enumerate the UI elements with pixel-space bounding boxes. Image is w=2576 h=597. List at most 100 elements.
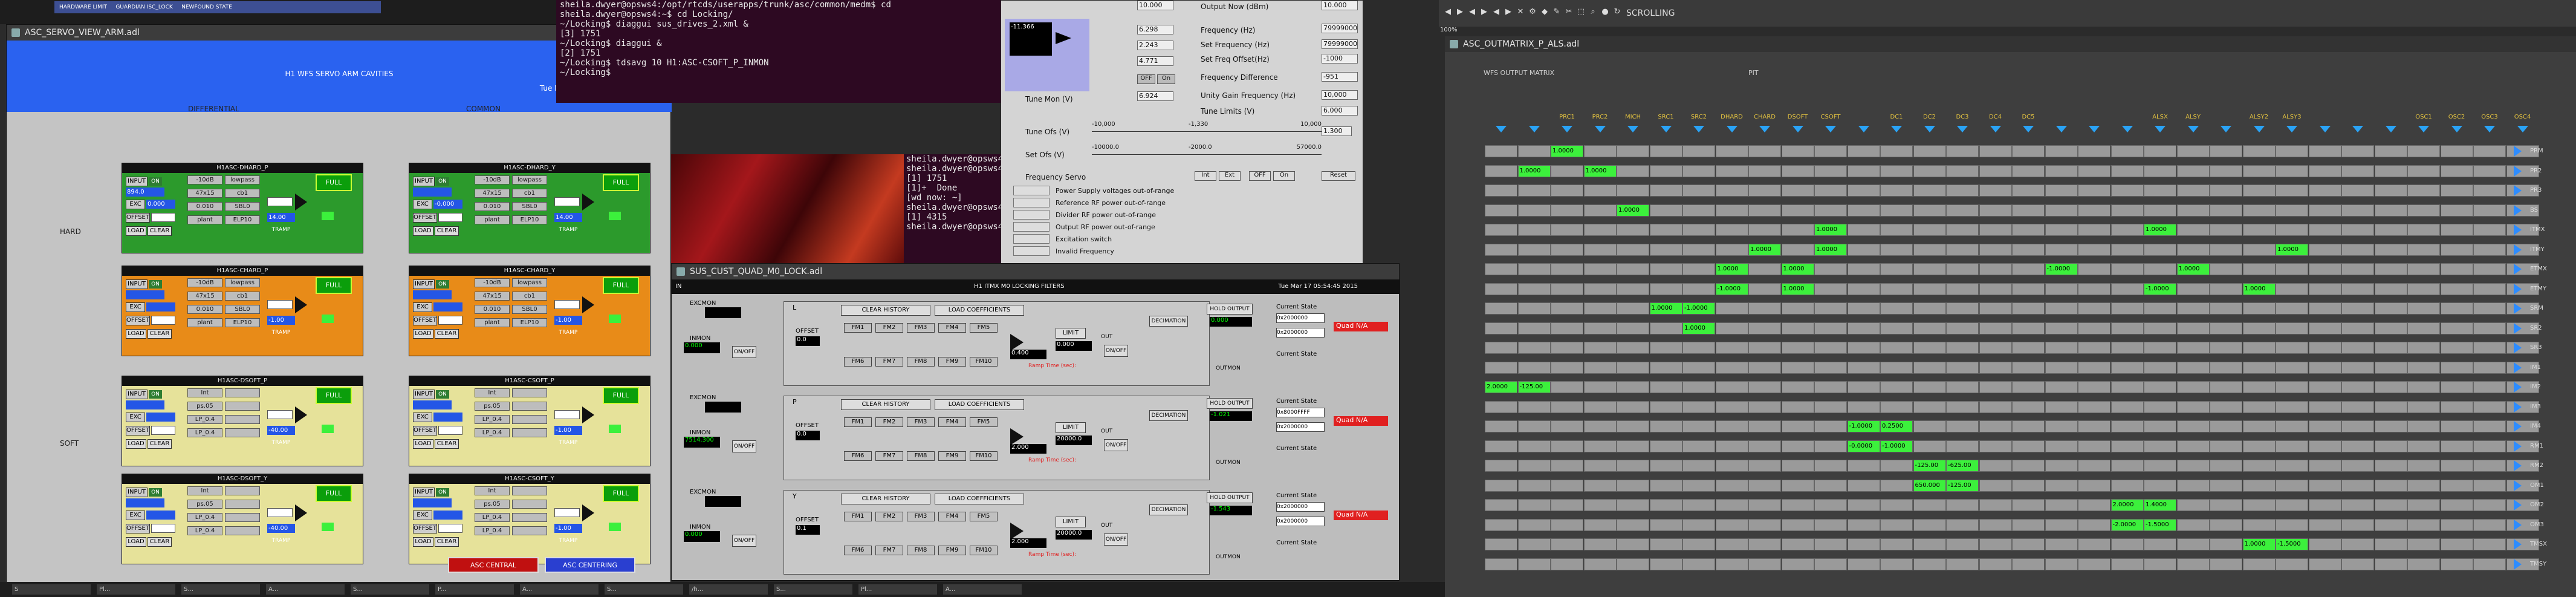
- matrix-cell[interactable]: [1847, 165, 1880, 177]
- column-arrow-icon[interactable]: [1990, 126, 2001, 132]
- matrix-cell[interactable]: [2341, 440, 2374, 452]
- matrix-cell[interactable]: [2078, 538, 2110, 550]
- matrix-cell[interactable]: [1485, 145, 1517, 157]
- column-arrow-icon[interactable]: [2089, 126, 2100, 132]
- matrix-cell[interactable]: [1946, 558, 1979, 570]
- matrix-cell[interactable]: [2242, 440, 2276, 452]
- taskbar-item[interactable]: Pl...: [858, 584, 937, 595]
- filter-module[interactable]: ps.05: [187, 500, 222, 509]
- toolbar-icon[interactable]: ▶: [1455, 7, 1465, 18]
- matrix-cell[interactable]: [2308, 558, 2341, 570]
- matrix-cell[interactable]: [1551, 204, 1583, 217]
- matrix-cell[interactable]: [2440, 165, 2473, 177]
- quad-titlebar[interactable]: SUS_CUST_QUAD_M0_LOCK.adl: [672, 264, 1399, 279]
- matrix-cell[interactable]: [1748, 479, 1781, 492]
- matrix-cell[interactable]: [1617, 361, 1649, 374]
- matrix-cell[interactable]: [1583, 224, 1617, 236]
- matrix-cell[interactable]: [2473, 224, 2506, 236]
- matrix-cell[interactable]: [2308, 479, 2341, 492]
- column-arrow-icon[interactable]: [2286, 126, 2297, 132]
- matrix-cell[interactable]: [1583, 263, 1617, 275]
- row-arrow-icon[interactable]: [2514, 401, 2522, 413]
- matrix-cell[interactable]: [2242, 361, 2276, 374]
- matrix-cell[interactable]: [1682, 145, 1715, 157]
- matrix-cell[interactable]: [1715, 145, 1748, 157]
- matrix-cell[interactable]: [1946, 224, 1979, 236]
- filter-module[interactable]: plant: [187, 215, 222, 224]
- matrix-cell[interactable]: [2045, 302, 2078, 315]
- output-onoff-button[interactable]: ON/OFF: [1104, 345, 1128, 357]
- matrix-cell[interactable]: [2407, 282, 2440, 295]
- matrix-cell[interactable]: [1781, 400, 1814, 413]
- matrix-cell[interactable]: [2242, 499, 2276, 511]
- matrix-cell[interactable]: [1814, 558, 1847, 570]
- matrix-cell[interactable]: [1715, 302, 1748, 315]
- matrix-cell[interactable]: [1814, 440, 1847, 452]
- filter-module[interactable]: 0.010: [187, 202, 222, 211]
- matrix-cell[interactable]: [2045, 165, 2078, 177]
- matrix-cell[interactable]: [2242, 322, 2276, 334]
- matrix-cell[interactable]: [2473, 381, 2506, 393]
- fm-button[interactable]: FM1: [844, 417, 872, 427]
- fm-button[interactable]: FM5: [970, 417, 998, 427]
- matrix-cell[interactable]: [2440, 322, 2473, 334]
- matrix-cell[interactable]: [1715, 322, 1748, 334]
- matrix-cell[interactable]: [2473, 184, 2506, 197]
- matrix-cell[interactable]: [2473, 558, 2506, 570]
- matrix-cell[interactable]: [2078, 518, 2110, 531]
- matrix-cell[interactable]: [1682, 381, 1715, 393]
- matrix-cell[interactable]: [2110, 420, 2144, 432]
- matrix-cell[interactable]: [1913, 420, 1946, 432]
- matrix-cell[interactable]: [1748, 538, 1781, 550]
- row-arrow-icon[interactable]: [2514, 146, 2522, 157]
- matrix-cell[interactable]: [1781, 460, 1814, 472]
- row-arrow-icon[interactable]: [2514, 283, 2522, 295]
- matrix-cell-active[interactable]: 1.0000: [1814, 224, 1847, 236]
- matrix-cell[interactable]: [1485, 440, 1517, 452]
- matrix-cell[interactable]: [2440, 282, 2473, 295]
- matrix-cell[interactable]: [1682, 499, 1715, 511]
- matrix-cell[interactable]: [2308, 538, 2341, 550]
- matrix-cell[interactable]: [2374, 282, 2407, 295]
- matrix-cell[interactable]: [2407, 263, 2440, 275]
- matrix-cell[interactable]: [2045, 381, 2078, 393]
- matrix-cell[interactable]: [2341, 381, 2374, 393]
- matrix-cell[interactable]: [1979, 479, 2012, 492]
- matrix-cell[interactable]: [2012, 263, 2045, 275]
- matrix-cell[interactable]: [2407, 342, 2440, 354]
- matrix-cell[interactable]: [1880, 282, 1913, 295]
- fm-button[interactable]: FM7: [875, 451, 903, 461]
- matrix-cell[interactable]: [1715, 518, 1748, 531]
- toolbar-icon[interactable]: ✕: [1515, 7, 1526, 18]
- matrix-cell[interactable]: [2210, 381, 2242, 393]
- asc-central-button[interactable]: ASC CENTRAL: [448, 557, 539, 573]
- matrix-cell[interactable]: [1847, 479, 1880, 492]
- clear-button[interactable]: CLEAR: [148, 537, 172, 547]
- matrix-cell[interactable]: [2110, 145, 2144, 157]
- matrix-cell[interactable]: [2276, 499, 2308, 511]
- matrix-cell[interactable]: [2276, 263, 2308, 275]
- matrix-cell[interactable]: [1814, 342, 1847, 354]
- matrix-cell[interactable]: [1781, 184, 1814, 197]
- matrix-cell[interactable]: [2176, 204, 2210, 217]
- matrix-cell[interactable]: [1814, 263, 1847, 275]
- matrix-cell[interactable]: [1649, 538, 1682, 550]
- matrix-cell[interactable]: [2242, 165, 2276, 177]
- matrix-cell[interactable]: [1946, 204, 1979, 217]
- matrix-cell[interactable]: [2374, 499, 2407, 511]
- row-arrow-icon[interactable]: [2514, 519, 2522, 530]
- row-arrow-icon[interactable]: [2514, 539, 2522, 550]
- matrix-cell[interactable]: [2341, 499, 2374, 511]
- filter-module[interactable]: -10dB: [187, 278, 222, 287]
- column-arrow-icon[interactable]: [1496, 126, 1507, 132]
- matrix-cell[interactable]: [1517, 440, 1551, 452]
- matrix-cell[interactable]: [2374, 460, 2407, 472]
- matrix-cell[interactable]: [1847, 460, 1880, 472]
- matrix-cell[interactable]: [2078, 381, 2110, 393]
- gain-field[interactable]: [554, 197, 580, 206]
- matrix-cell[interactable]: [2374, 342, 2407, 354]
- column-arrow-icon[interactable]: [2155, 126, 2166, 132]
- matrix-cell[interactable]: [1946, 145, 1979, 157]
- matrix-cell[interactable]: [1748, 420, 1781, 432]
- matrix-cell[interactable]: [1551, 165, 1583, 177]
